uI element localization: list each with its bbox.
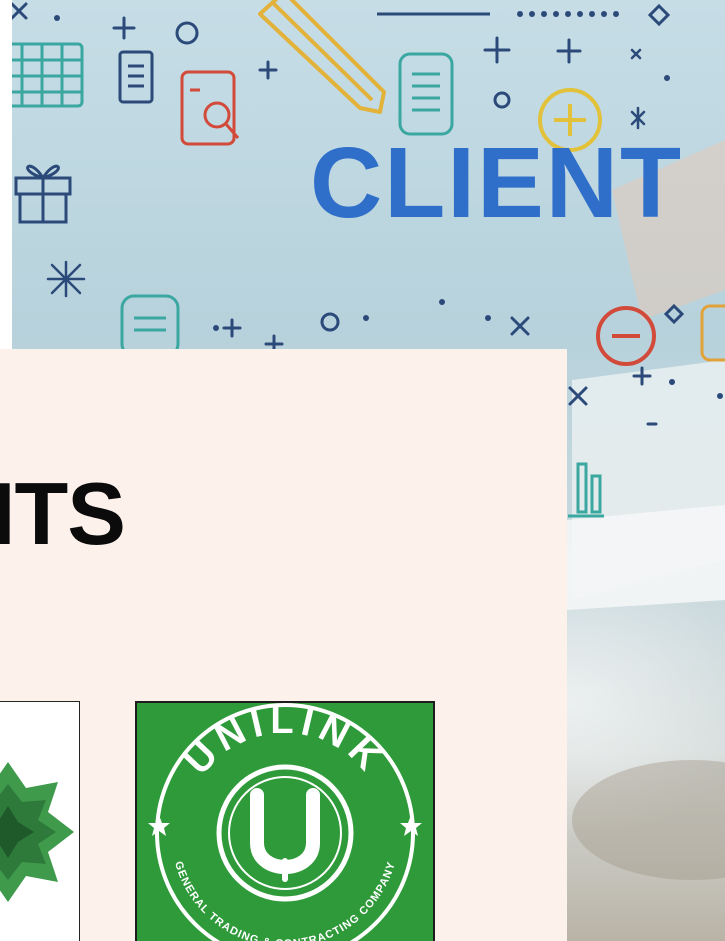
calendar-icon — [12, 42, 84, 108]
hero-headline: CLIENT — [310, 127, 684, 239]
green-star-logo-icon — [0, 762, 74, 902]
unilink-logo-icon: UNILINK GENERAL TRADING & CONTRACTING CO… — [148, 703, 422, 941]
svg-text:UNILINK: UNILINK — [177, 703, 394, 783]
client-logo-unilink[interactable]: UNILINK GENERAL TRADING & CONTRACTING CO… — [135, 701, 435, 941]
unilink-monogram-icon — [250, 788, 320, 882]
page-title-text: CLIENTS — [0, 464, 125, 563]
close-icon — [12, 2, 28, 20]
document-icon — [120, 294, 180, 358]
unilink-star-icon — [148, 815, 422, 836]
unilink-brand-text: UNILINK — [177, 703, 388, 783]
page-title: CLIENTS — [0, 464, 125, 564]
gift-icon — [14, 164, 72, 224]
phone-search-icon — [180, 70, 240, 146]
document-icon — [118, 50, 154, 104]
pencil-icon — [258, 0, 386, 114]
plus-icon — [112, 16, 582, 80]
client-logo-left[interactable] — [0, 701, 80, 941]
notepad-icon — [398, 52, 454, 136]
minus-circle-icon — [596, 306, 656, 366]
diamond-icon — [647, 3, 671, 27]
